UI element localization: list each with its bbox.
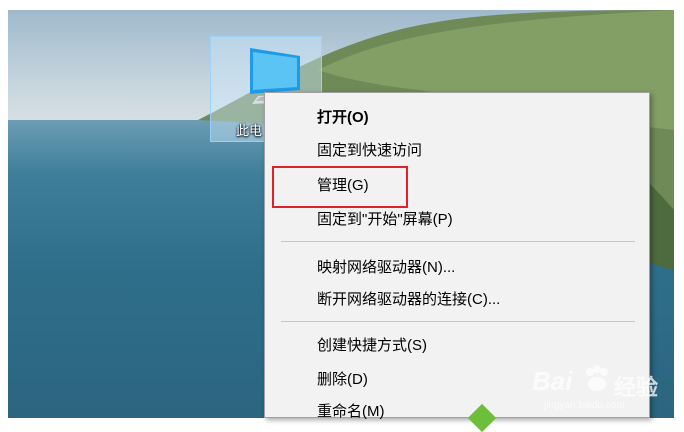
desktop-icon-label: 此电 bbox=[236, 123, 263, 138]
menu-item-disconnect-drive[interactable]: 断开网络驱动器的连接(C)... bbox=[265, 285, 649, 315]
baidu-watermark: Bai 经验 jingyan.baidu.com bbox=[532, 344, 672, 414]
watermark-brand: Bai bbox=[532, 366, 573, 396]
menu-item-pin-quick-access[interactable]: 固定到快速访问 bbox=[265, 136, 649, 166]
menu-separator bbox=[281, 241, 635, 242]
paw-icon bbox=[586, 365, 608, 391]
watermark-url: jingyan.baidu.com bbox=[544, 400, 625, 411]
watermark-brand2: 经验 bbox=[614, 375, 659, 400]
menu-separator bbox=[281, 321, 635, 322]
menu-item-pin-start[interactable]: 固定到"开始"屏幕(P) bbox=[265, 205, 649, 235]
menu-item-map-drive[interactable]: 映射网络驱动器(N)... bbox=[265, 253, 649, 283]
highlight-annotation bbox=[272, 166, 408, 208]
menu-item-open[interactable]: 打开(O) bbox=[265, 103, 649, 133]
